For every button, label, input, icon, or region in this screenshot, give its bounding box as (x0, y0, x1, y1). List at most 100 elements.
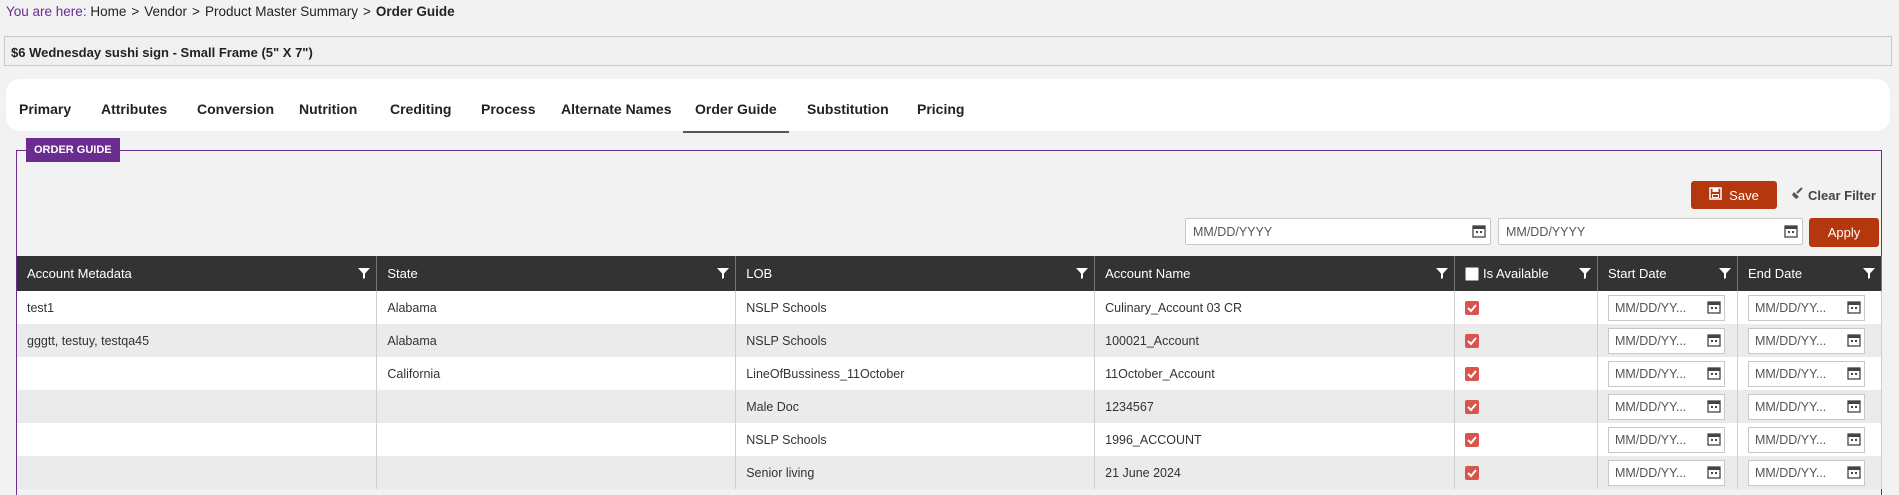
calendar-icon[interactable] (1707, 300, 1721, 317)
tab-pricing[interactable]: Pricing (917, 101, 964, 117)
cell-end-date: MM/DD/YY... (1737, 357, 1883, 390)
start-date-input[interactable]: MM/DD/YY... (1607, 327, 1725, 354)
calendar-icon[interactable] (1707, 465, 1721, 482)
cell-account-name: 1234567 (1094, 390, 1456, 423)
filter-icon[interactable] (1076, 267, 1089, 282)
cell-state (376, 456, 737, 489)
filter-start-date-placeholder: MM/DD/YYYY (1193, 225, 1273, 239)
filter-icon[interactable] (358, 267, 371, 282)
breadcrumb-home[interactable]: Home (90, 4, 126, 19)
cell-end-date: MM/DD/YY... (1737, 324, 1883, 357)
tab-process[interactable]: Process (481, 101, 535, 117)
save-button[interactable]: Save (1691, 181, 1777, 209)
tab-nutrition[interactable]: Nutrition (299, 101, 357, 117)
end-date-input[interactable]: MM/DD/YY... (1747, 426, 1865, 453)
is-available-checkbox[interactable] (1465, 466, 1480, 480)
column-header-account-name[interactable]: Account Name (1094, 256, 1456, 291)
tab-alternate-names[interactable]: Alternate Names (561, 101, 672, 117)
tab-order-guide[interactable]: Order Guide (683, 101, 789, 133)
end-date-input[interactable]: MM/DD/YY... (1747, 393, 1865, 420)
tab-bar: Primary Attributes Conversion Nutrition … (6, 79, 1890, 133)
cell-state: California (376, 357, 737, 390)
filter-icon[interactable] (1578, 267, 1591, 282)
filter-icon[interactable] (1718, 267, 1731, 282)
cell-account-metadata (17, 423, 378, 456)
cell-end-date: MM/DD/YY... (1737, 291, 1883, 324)
tab-primary[interactable]: Primary (19, 101, 71, 117)
cell-start-date: MM/DD/YY... (1597, 324, 1738, 357)
order-guide-table: Account Metadata State LOB Account Name … (17, 256, 1883, 489)
column-header-start-date[interactable]: Start Date (1597, 256, 1738, 291)
cell-account-metadata: test1 (17, 291, 378, 324)
calendar-icon[interactable] (1472, 224, 1486, 241)
clear-filter-label: Clear Filter (1808, 187, 1876, 203)
is-available-checkbox[interactable] (1465, 433, 1480, 447)
cell-is-available (1454, 423, 1598, 456)
cell-end-date: MM/DD/YY... (1737, 423, 1883, 456)
is-available-checkbox[interactable] (1465, 334, 1480, 348)
cell-state (376, 423, 737, 456)
is-available-checkbox[interactable] (1465, 367, 1480, 381)
end-date-input[interactable]: MM/DD/YY... (1747, 459, 1865, 486)
calendar-icon[interactable] (1847, 465, 1861, 482)
table-header-row: Account Metadata State LOB Account Name … (17, 256, 1883, 291)
start-date-input[interactable]: MM/DD/YY... (1607, 459, 1725, 486)
calendar-icon[interactable] (1847, 366, 1861, 383)
filter-icon[interactable] (717, 267, 730, 282)
table-row[interactable]: Senior living 21 June 2024 MM/DD/YY... MM/D… (17, 456, 1883, 489)
cell-state: Alabama (376, 291, 737, 324)
calendar-icon[interactable] (1707, 432, 1721, 449)
breadcrumb-product-master-summary[interactable]: Product Master Summary (205, 4, 358, 19)
filter-start-date-input[interactable]: MM/DD/YYYY (1185, 218, 1491, 245)
tab-conversion[interactable]: Conversion (197, 101, 274, 117)
cell-lob: NSLP Schools (735, 423, 1096, 456)
filter-end-date-input[interactable]: MM/DD/YYYY (1498, 218, 1803, 245)
clear-filter-button[interactable]: Clear Filter (1791, 187, 1876, 203)
calendar-icon[interactable] (1847, 300, 1861, 317)
table-row[interactable]: test1 Alabama NSLP Schools Culinary_Account… (17, 291, 1883, 324)
breadcrumb-vendor[interactable]: Vendor (144, 4, 187, 19)
table-row[interactable]: gggtt, testuy, testqa45 Alabama NSLP Schoo… (17, 324, 1883, 357)
start-date-input[interactable]: MM/DD/YY... (1607, 294, 1725, 321)
calendar-icon[interactable] (1707, 333, 1721, 350)
select-all-checkbox[interactable] (1465, 267, 1480, 282)
calendar-icon[interactable] (1847, 333, 1861, 350)
calendar-icon[interactable] (1784, 224, 1798, 241)
tab-crediting[interactable]: Crediting (390, 101, 451, 117)
save-label: Save (1729, 187, 1759, 203)
cell-account-metadata: gggtt, testuy, testqa45 (17, 324, 378, 357)
calendar-icon[interactable] (1707, 399, 1721, 416)
start-date-input[interactable]: MM/DD/YY... (1607, 393, 1725, 420)
is-available-checkbox[interactable] (1465, 400, 1480, 414)
column-header-state[interactable]: State (376, 256, 737, 291)
column-header-is-available[interactable]: Is Available (1454, 256, 1598, 291)
cell-account-name: 11October_Account (1094, 357, 1456, 390)
table-row[interactable]: California LineOfBussiness_11October 11Oct… (17, 357, 1883, 390)
column-header-account-metadata[interactable]: Account Metadata (17, 256, 378, 291)
filter-icon[interactable] (1436, 267, 1449, 282)
calendar-icon[interactable] (1847, 399, 1861, 416)
cell-start-date: MM/DD/YY... (1597, 291, 1738, 324)
table-row[interactable]: Male Doc 1234567 MM/DD/YY... MM/DD/YY... (17, 390, 1883, 423)
calendar-icon[interactable] (1707, 366, 1721, 383)
cell-account-name: 1996_ACCOUNT (1094, 423, 1456, 456)
column-header-lob[interactable]: LOB (735, 256, 1096, 291)
tab-substitution[interactable]: Substitution (807, 101, 889, 117)
filter-icon[interactable] (1863, 267, 1875, 282)
cell-start-date: MM/DD/YY... (1597, 357, 1738, 390)
cell-end-date: MM/DD/YY... (1737, 456, 1883, 489)
end-date-input[interactable]: MM/DD/YY... (1747, 327, 1865, 354)
start-date-input[interactable]: MM/DD/YY... (1607, 426, 1725, 453)
tab-attributes[interactable]: Attributes (101, 101, 167, 117)
end-date-input[interactable]: MM/DD/YY... (1747, 360, 1865, 387)
table-row[interactable]: NSLP Schools 1996_ACCOUNT MM/DD/YY... MM/DD… (17, 423, 1883, 456)
column-header-end-date[interactable]: End Date (1737, 256, 1883, 291)
end-date-input[interactable]: MM/DD/YY... (1747, 294, 1865, 321)
cell-lob: NSLP Schools (735, 324, 1096, 357)
apply-button[interactable]: Apply (1809, 218, 1879, 247)
cell-is-available (1454, 357, 1598, 390)
start-date-input[interactable]: MM/DD/YY... (1607, 360, 1725, 387)
is-available-checkbox[interactable] (1465, 301, 1480, 315)
cell-lob: Male Doc (735, 390, 1096, 423)
calendar-icon[interactable] (1847, 432, 1861, 449)
